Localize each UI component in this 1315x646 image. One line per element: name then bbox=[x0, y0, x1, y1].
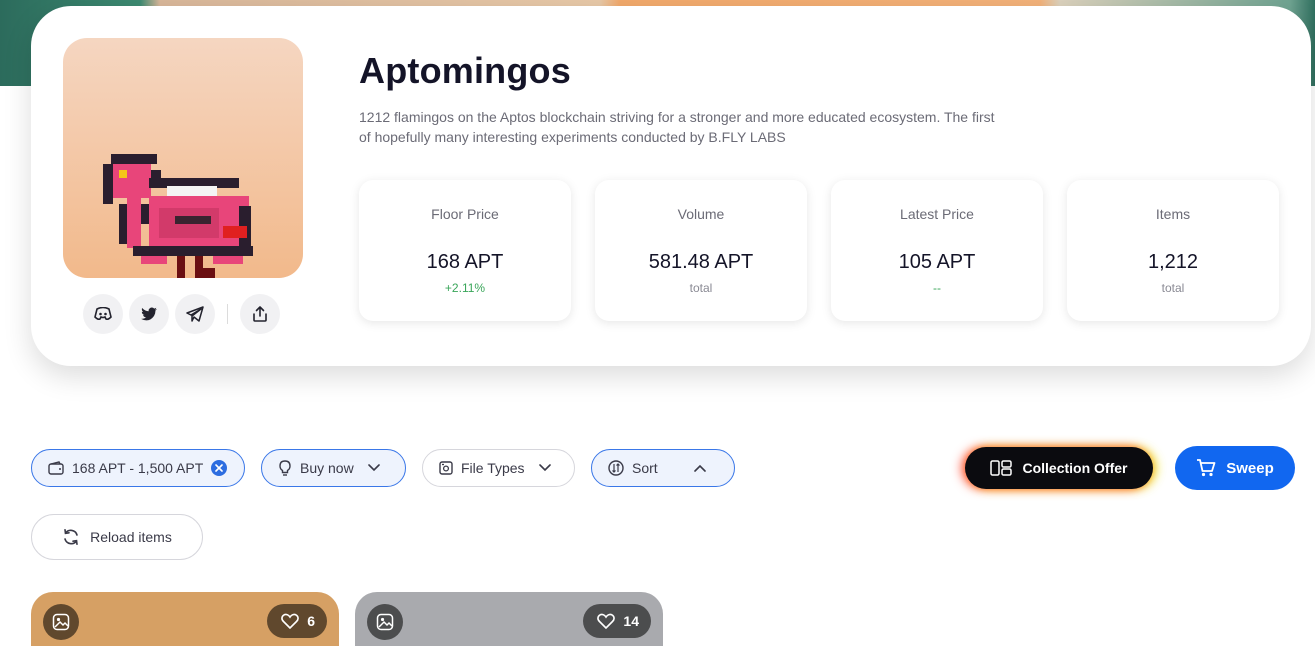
buy-now-filter[interactable]: Buy now bbox=[261, 449, 406, 487]
telegram-icon bbox=[186, 306, 204, 322]
stat-floor-price: Floor Price 168 APT +2.11% bbox=[359, 180, 571, 321]
nft-item-card[interactable]: 14 bbox=[355, 592, 663, 646]
stat-volume: Volume 581.48 APT total bbox=[595, 180, 807, 321]
layout-grid-icon bbox=[990, 460, 1013, 476]
stat-change: +2.11% bbox=[444, 281, 486, 295]
collection-avatar bbox=[63, 38, 303, 278]
telegram-button[interactable] bbox=[175, 294, 215, 334]
chevron-down-icon bbox=[538, 464, 551, 472]
stat-latest-price: Latest Price 105 APT -- bbox=[831, 180, 1043, 321]
collection-description: 1212 flamingos on the Aptos blockchain s… bbox=[359, 109, 995, 145]
stat-value: 105 APT bbox=[898, 251, 976, 273]
collection-header-card: Aptomingos 1212 flamingos on the Aptos b… bbox=[31, 6, 1311, 366]
collection-offer-label: Collection Offer bbox=[1022, 460, 1128, 476]
price-range-filter[interactable]: 168 APT - 1,500 APT bbox=[31, 449, 245, 487]
share-icon bbox=[253, 306, 267, 322]
stat-value: 581.48 APT bbox=[648, 251, 754, 273]
file-types-label: File Types bbox=[461, 460, 525, 476]
stat-label: Volume bbox=[677, 206, 725, 222]
stat-label: Latest Price bbox=[900, 206, 974, 222]
nft-item-card[interactable]: 6 bbox=[31, 592, 339, 646]
collection-title: Aptomingos bbox=[359, 50, 571, 91]
file-types-filter[interactable]: File Types bbox=[422, 449, 575, 487]
stat-label: Items bbox=[1155, 206, 1191, 222]
lightbulb-icon bbox=[279, 460, 291, 476]
twitter-button[interactable] bbox=[129, 294, 169, 334]
like-count: 14 bbox=[623, 613, 639, 629]
discord-button[interactable] bbox=[83, 294, 123, 334]
stat-sub: total bbox=[1161, 281, 1185, 295]
price-range-label: 168 APT - 1,500 APT bbox=[72, 460, 204, 476]
refresh-icon bbox=[64, 529, 78, 545]
cart-icon bbox=[1197, 459, 1216, 477]
buy-now-label: Buy now bbox=[300, 460, 354, 476]
like-button[interactable]: 6 bbox=[267, 604, 327, 638]
twitter-icon bbox=[141, 307, 157, 321]
social-divider bbox=[227, 304, 228, 324]
social-links bbox=[83, 294, 280, 334]
reload-items-button[interactable]: Reload items bbox=[31, 514, 203, 560]
stat-sub: total bbox=[689, 281, 713, 295]
collection-stats: Floor Price 168 APT +2.11% Volume 581.48… bbox=[359, 180, 1279, 321]
share-button[interactable] bbox=[240, 294, 280, 334]
sort-label: Sort bbox=[632, 460, 658, 476]
like-count: 6 bbox=[307, 613, 315, 629]
stat-value: 1,212 bbox=[1147, 251, 1199, 273]
reload-items-label: Reload items bbox=[90, 529, 172, 545]
close-icon bbox=[215, 464, 224, 472]
collection-offer-button[interactable]: Collection Offer bbox=[965, 447, 1153, 489]
stat-value: 168 APT bbox=[426, 251, 504, 273]
file-type-icon bbox=[439, 461, 453, 475]
media-type-badge bbox=[367, 604, 403, 640]
like-button[interactable]: 14 bbox=[583, 604, 651, 638]
heart-icon bbox=[597, 613, 616, 629]
sweep-button[interactable]: Sweep bbox=[1175, 446, 1295, 490]
discord-icon bbox=[94, 307, 112, 321]
stat-items: Items 1,212 total bbox=[1067, 180, 1279, 321]
image-icon bbox=[52, 613, 70, 631]
stat-label: Floor Price bbox=[431, 206, 499, 222]
sort-dropdown[interactable]: Sort bbox=[591, 449, 735, 487]
sort-icon bbox=[608, 460, 624, 476]
heart-icon bbox=[281, 613, 300, 629]
wallet-icon bbox=[48, 461, 64, 475]
chevron-up-icon bbox=[693, 464, 706, 472]
stat-change: -- bbox=[933, 281, 941, 295]
clear-price-filter-button[interactable] bbox=[211, 460, 228, 476]
media-type-badge bbox=[43, 604, 79, 640]
chevron-down-icon bbox=[367, 464, 380, 472]
image-icon bbox=[376, 613, 394, 631]
flamingo-pixel-art-icon bbox=[103, 154, 253, 278]
sweep-label: Sweep bbox=[1226, 459, 1274, 477]
